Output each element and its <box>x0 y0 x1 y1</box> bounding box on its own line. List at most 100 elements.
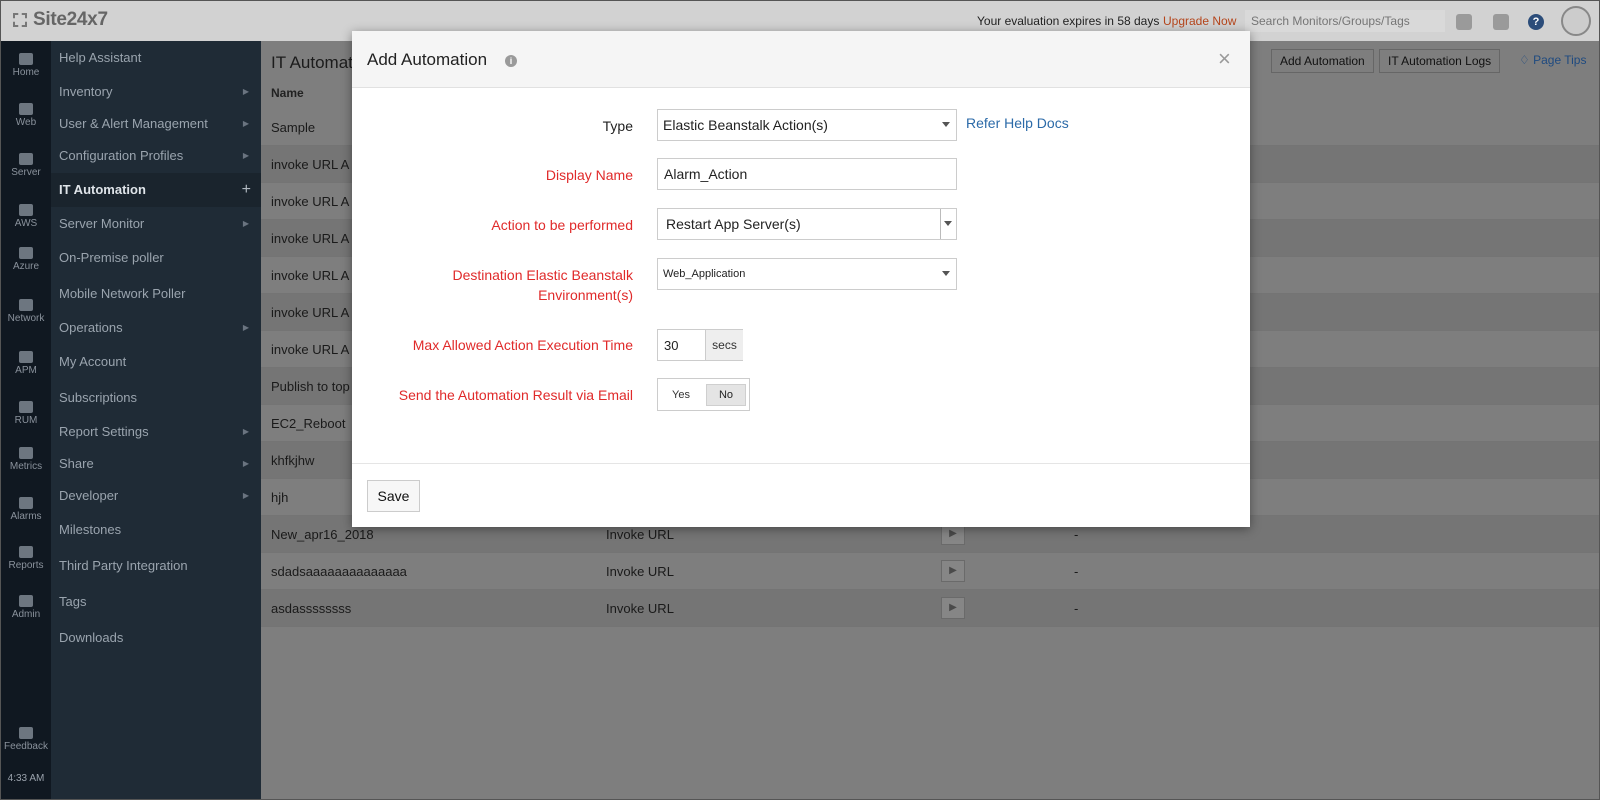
chevron-right-icon: ▶ <box>242 151 249 160</box>
rail-item-admin[interactable]: Admin <box>1 595 51 620</box>
rail-item-feedback[interactable]: Feedback <box>1 727 51 752</box>
sidebar-item-my-account[interactable]: My Account <box>51 345 261 379</box>
rail-item-reports[interactable]: Reports <box>1 546 51 571</box>
row-name: EC2_Reboot <box>271 416 346 431</box>
sidebar-item-configuration-profiles[interactable]: Configuration Profiles ▶ <box>51 139 261 173</box>
chevron-right-icon: ▶ <box>242 87 249 96</box>
rail-label: Azure <box>12 261 40 272</box>
column-header-name[interactable]: Name <box>271 86 304 100</box>
bell-icon <box>19 497 33 509</box>
row-name: Publish to top <box>271 379 350 394</box>
rail-item-rum[interactable]: RUM <box>1 401 51 426</box>
row-name: sdadsaaaaaaaaaaaaaa <box>271 564 407 579</box>
upgrade-link[interactable]: Upgrade Now <box>1163 14 1236 28</box>
avatar[interactable] <box>1561 6 1591 36</box>
rail-label: Home <box>12 67 40 78</box>
max-time-label: Max Allowed Action Execution Time <box>412 337 633 353</box>
sidebar-item-label: Mobile Network Poller <box>59 286 186 301</box>
rail-item-alarms[interactable]: Alarms <box>1 497 51 522</box>
sidebar-item-help-assistant[interactable]: Help Assistant <box>51 41 261 75</box>
rail-item-aws[interactable]: AWS <box>1 204 51 229</box>
notification-icon[interactable] <box>1456 14 1472 30</box>
sidebar-item-it-automation[interactable]: IT Automation + <box>51 173 261 207</box>
rum-globe-icon <box>19 401 33 413</box>
sidebar-item-label: Milestones <box>59 522 122 537</box>
rail-item-server[interactable]: Server <box>1 153 51 178</box>
dropdown-toggle[interactable] <box>940 209 956 239</box>
brand-name: Site24x7 <box>33 9 108 30</box>
help-icon[interactable]: ? <box>1528 14 1544 30</box>
sidebar-item-share[interactable]: Share ▶ <box>51 447 261 481</box>
sidebar-item-mobile-network-poller[interactable]: Mobile Network Poller <box>51 277 261 311</box>
logo[interactable]: Site24x7 <box>13 9 108 31</box>
sidebar-item-label: User & Alert Management <box>59 116 208 131</box>
max-time-value: 30 <box>664 338 679 353</box>
sidebar-item-milestones[interactable]: Milestones <box>51 513 261 547</box>
email-yes-option[interactable]: Yes <box>672 389 690 401</box>
action-label: Action to be performed <box>491 217 633 233</box>
dialog-title: Add Automation <box>367 50 488 69</box>
rail-item-metrics[interactable]: Metrics <box>1 447 51 472</box>
sidebar-item-label: Share <box>59 456 94 471</box>
rail-label: RUM <box>14 415 38 426</box>
action-select[interactable]: Restart App Server(s) <box>657 208 957 240</box>
table-row[interactable]: asdassssssss Invoke URL ▶ - <box>261 590 1599 627</box>
sidebar-item-label: Report Settings <box>59 424 149 439</box>
sidebar-item-tags[interactable]: Tags <box>51 585 261 619</box>
page-tips-link[interactable]: ♢ Page Tips <box>1519 53 1586 67</box>
rail-item-azure[interactable]: Azure <box>1 247 51 272</box>
sidebar-item-label: Help Assistant <box>59 50 142 65</box>
row-name: invoke URL A <box>271 194 350 209</box>
destination-select[interactable]: Web_Application <box>657 258 957 290</box>
sidebar-item-server-monitor[interactable]: Server Monitor ▶ <box>51 207 261 241</box>
rail-label: AWS <box>14 218 38 229</box>
rail-item-network[interactable]: Network <box>1 299 51 324</box>
rail-label: Server <box>11 167 41 178</box>
row-status: - <box>1074 564 1079 579</box>
display-name-field[interactable]: Alarm_Action <box>657 158 957 190</box>
help-docs-link[interactable]: Refer Help Docs <box>966 115 1069 131</box>
sidebar-item-label: Operations <box>59 320 123 335</box>
rail-item-home[interactable]: Home <box>1 53 51 78</box>
max-time-field[interactable]: 30 secs <box>657 329 743 361</box>
info-icon[interactable]: i <box>505 55 517 67</box>
sidebar-item-third-party-integration[interactable]: Third Party Integration <box>51 549 261 583</box>
type-select[interactable]: Elastic Beanstalk Action(s) <box>657 109 957 141</box>
sidebar-item-downloads[interactable]: Downloads <box>51 621 261 655</box>
expand-icon[interactable] <box>13 13 27 27</box>
destination-select-value: Web_Application <box>663 268 746 280</box>
it-automation-logs-button[interactable]: IT Automation Logs <box>1379 49 1501 73</box>
row-name: invoke URL A <box>271 157 350 172</box>
search-input[interactable] <box>1245 10 1445 32</box>
lightbulb-icon: ♢ <box>1519 53 1534 67</box>
chevron-right-icon: ▶ <box>242 119 249 128</box>
feedback-icon <box>19 727 33 739</box>
email-result-toggle: Yes No <box>657 378 750 411</box>
email-result-label: Send the Automation Result via Email <box>398 387 633 403</box>
destination-label-line2: Environment(s) <box>538 287 633 303</box>
sidebar-item-inventory[interactable]: Inventory ▶ <box>51 75 261 109</box>
sidebar-item-label: Third Party Integration <box>59 558 188 573</box>
add-automation-dialog: Add Automation i × Type Elastic Beanstal… <box>352 31 1250 527</box>
email-no-option[interactable]: No <box>706 384 746 406</box>
sidebar-item-on-premise-poller[interactable]: On-Premise poller <box>51 241 261 275</box>
sidebar-item-report-settings[interactable]: Report Settings ▶ <box>51 415 261 449</box>
save-button[interactable]: Save <box>367 480 420 512</box>
rail-label: Reports <box>8 560 44 571</box>
add-automation-button[interactable]: Add Automation <box>1271 49 1374 73</box>
table-row[interactable]: sdadsaaaaaaaaaaaaaa Invoke URL ▶ - <box>261 553 1599 590</box>
sidebar-item-developer[interactable]: Developer ▶ <box>51 479 261 513</box>
rail-item-apm[interactable]: APM <box>1 351 51 376</box>
sidebar-item-label: My Account <box>59 354 127 369</box>
rail-item-web[interactable]: Web <box>1 103 51 128</box>
page-title: IT Automat <box>271 53 353 72</box>
report-icon <box>19 546 33 558</box>
sidebar-item-user-alert-management[interactable]: User & Alert Management ▶ <box>51 107 261 141</box>
play-icon[interactable]: ▶ <box>941 560 965 582</box>
plus-icon[interactable]: + <box>242 173 251 207</box>
tasks-icon[interactable] <box>1493 14 1509 30</box>
sidebar-item-subscriptions[interactable]: Subscriptions <box>51 381 261 415</box>
close-icon[interactable]: × <box>1218 46 1231 72</box>
sidebar-item-operations[interactable]: Operations ▶ <box>51 311 261 345</box>
play-icon[interactable]: ▶ <box>941 597 965 619</box>
